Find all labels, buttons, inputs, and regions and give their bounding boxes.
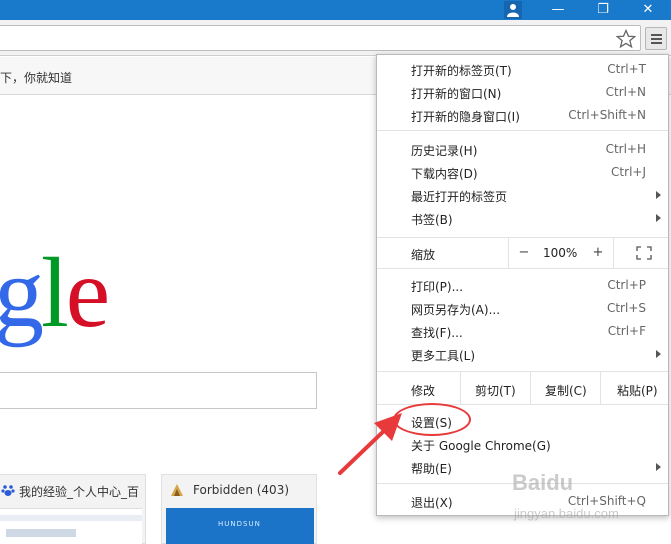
window-titlebar: — ❐ ✕ [0,0,671,20]
logo-letter-l: l [41,237,69,348]
google-logo: gle [0,237,110,348]
close-window-button[interactable]: ✕ [633,0,663,20]
menu-item-label: 退出(X) [411,496,453,510]
most-visited-tile[interactable]: Forbidden (403) HUNDSUN [161,474,317,544]
menu-item-shortcut: Ctrl+Shift+N [568,108,646,122]
watermark-url: jingyan.baidu.com [514,506,619,521]
copy-button[interactable]: 复制(C) [530,372,600,404]
zoom-level: 100% [543,246,578,260]
submenu-arrow-icon [656,191,661,199]
restore-button[interactable]: ❐ [588,0,618,20]
menu-item-shortcut: Ctrl+F [607,324,646,338]
zoom-row: 缩放 − 100% + [377,238,668,268]
paste-button[interactable]: 粘贴(P) [600,372,668,404]
menu-item-label: 网页另存为(A)... [411,303,501,317]
menu-item-bookmarks[interactable]: 书签(B) [377,207,668,230]
menu-item-shortcut: Ctrl+N [605,85,646,99]
menu-item-find[interactable]: 查找(F)... Ctrl+F [377,320,668,343]
menu-item-shortcut: Ctrl+T [607,62,646,76]
menu-item-label: 打开新的隐身窗口(I) [411,110,520,124]
browser-toolbar [0,20,671,56]
paste-label: 粘贴(P) [617,384,658,398]
most-visited-tile[interactable]: 我的经验_个人中心_百 [0,474,146,544]
star-icon[interactable] [616,29,636,49]
tile-title: Forbidden (403) [193,483,290,497]
logo-letter-e: e [65,237,110,348]
pointer-arrow-icon [338,413,402,475]
close-icon: ✕ [642,2,654,17]
tile-title: 我的经验_个人中心_百 [19,485,139,499]
menu-item-about-chrome[interactable]: 关于 Google Chrome(G) [377,433,668,456]
submenu-arrow-icon [656,214,661,222]
restore-icon: ❐ [597,2,609,17]
zoom-out-button[interactable]: − [517,245,531,260]
thumbnail-brand-text: HUNDSUN [218,520,261,528]
baidu-paw-icon [1,485,15,496]
address-bar[interactable] [0,25,641,51]
menu-item-label: 更多工具(L) [411,349,476,363]
user-icon [504,1,522,19]
copy-label: 复制(C) [545,384,587,398]
menu-item-shortcut: Ctrl+H [605,142,646,156]
logo-letter-g: g [0,237,44,348]
menu-item-label: 帮助(E) [411,462,452,476]
menu-item-new-window[interactable]: 打开新的窗口(N) Ctrl+N [377,81,668,104]
watermark-logo: Baidu [512,470,574,495]
cut-label: 剪切(T) [475,384,516,398]
menu-item-label: 打开新的标签页(T) [411,64,512,78]
edit-row: 修改 剪切(T) 复制(C) 粘贴(P) [377,372,668,404]
chrome-main-menu: 打开新的标签页(T) Ctrl+T 打开新的窗口(N) Ctrl+N 打开新的隐… [376,54,669,516]
minimize-icon: — [551,2,565,17]
fullscreen-icon[interactable] [636,246,652,260]
menu-item-shortcut: Ctrl+S [606,301,646,315]
menu-item-shortcut: Ctrl+P [607,278,646,292]
menu-item-label: 最近打开的标签页 [411,190,508,204]
menu-item-label: 书签(B) [411,213,453,227]
menu-item-more-tools[interactable]: 更多工具(L) [377,343,668,366]
menu-divider [377,130,668,131]
menu-item-label: 打印(P)... [411,280,464,294]
menu-item-label: 打开新的窗口(N) [411,87,502,101]
profile-button[interactable] [502,0,524,20]
header-slogan: 下，你就知道 [0,71,73,85]
tile-thumbnail [0,508,142,544]
menu-item-label: 查找(F)... [411,326,463,340]
submenu-arrow-icon [656,350,661,358]
menu-item-shortcut: Ctrl+J [611,165,646,179]
cut-button[interactable]: 剪切(T) [460,372,530,404]
search-input[interactable] [0,372,317,409]
zoom-controls: − 100% + [508,238,614,268]
chrome-menu-button[interactable] [645,27,667,50]
menu-item-incognito-window[interactable]: 打开新的隐身窗口(I) Ctrl+Shift+N [377,104,668,127]
menu-item-save-page[interactable]: 网页另存为(A)... Ctrl+S [377,297,668,320]
menu-item-recent-tabs[interactable]: 最近打开的标签页 [377,184,668,207]
edit-label: 修改 [411,384,436,398]
zoom-in-button[interactable]: + [591,245,605,260]
menu-item-label: 下载内容(D) [411,167,478,181]
zoom-label: 缩放 [411,248,436,262]
submenu-arrow-icon [656,463,661,471]
menu-item-history[interactable]: 历史记录(H) Ctrl+H [377,138,668,161]
menu-item-new-tab[interactable]: 打开新的标签页(T) Ctrl+T [377,58,668,81]
menu-item-downloads[interactable]: 下载内容(D) Ctrl+J [377,161,668,184]
menu-item-label: 历史记录(H) [411,144,478,158]
menu-item-label: 关于 Google Chrome(G) [411,439,551,453]
site-favicon-icon [171,484,183,496]
minimize-button[interactable]: — [543,0,573,20]
tile-thumbnail: HUNDSUN [166,508,314,544]
menu-item-print[interactable]: 打印(P)... Ctrl+P [377,274,668,297]
menu-divider [377,268,668,269]
